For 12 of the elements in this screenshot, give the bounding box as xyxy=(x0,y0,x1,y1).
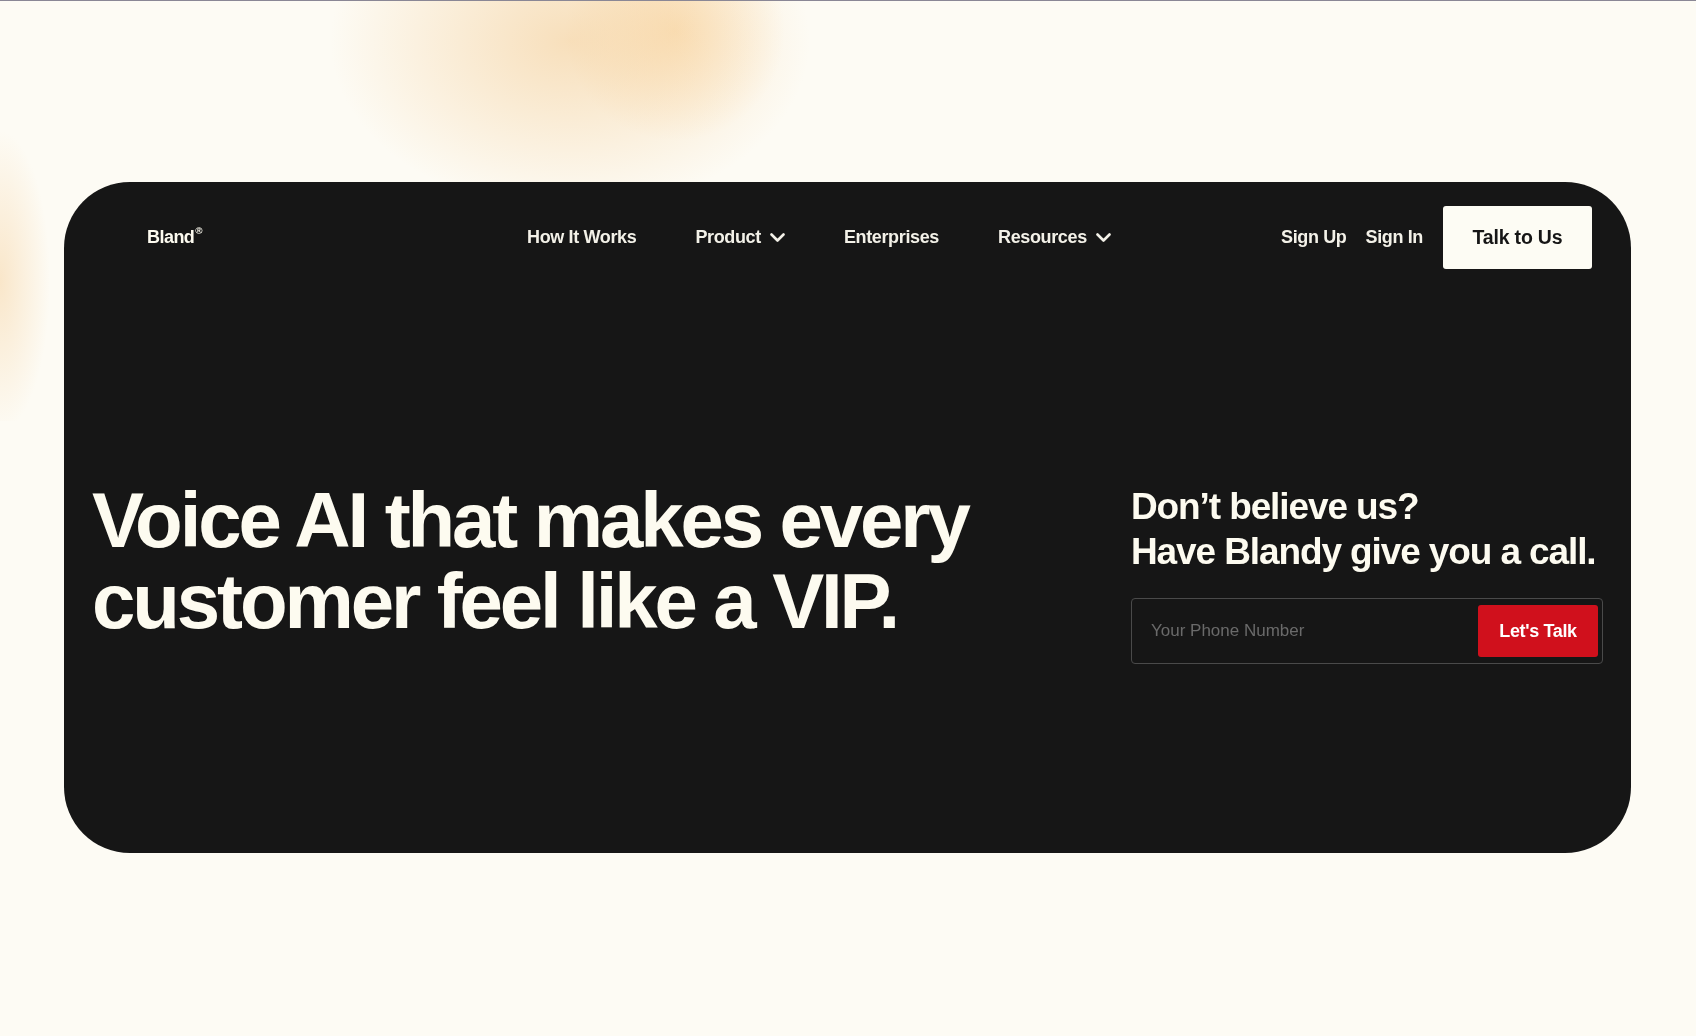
nav-link[interactable]: Resources xyxy=(998,227,1111,248)
nav-link[interactable]: How It Works xyxy=(527,227,637,248)
talk-to-us-button[interactable]: Talk to Us xyxy=(1443,206,1592,269)
callback-heading: Don’t believe us? xyxy=(1131,485,1420,529)
callback-heading: Have Blandy give you a call. xyxy=(1131,530,1597,574)
nav-link[interactable]: Product xyxy=(695,227,785,248)
auth-link[interactable]: Sign In xyxy=(1365,227,1423,248)
logo[interactable]: Bland$^{®}$ xyxy=(147,227,203,248)
auth-link[interactable]: Sign Up xyxy=(1281,227,1347,248)
lets-talk-button[interactable]: Let's Talk xyxy=(1478,605,1598,657)
hero-headline: Voice AI that makes every customer feel like a VIP. xyxy=(92,480,970,642)
nav-link[interactable]: Enterprises xyxy=(843,227,939,248)
